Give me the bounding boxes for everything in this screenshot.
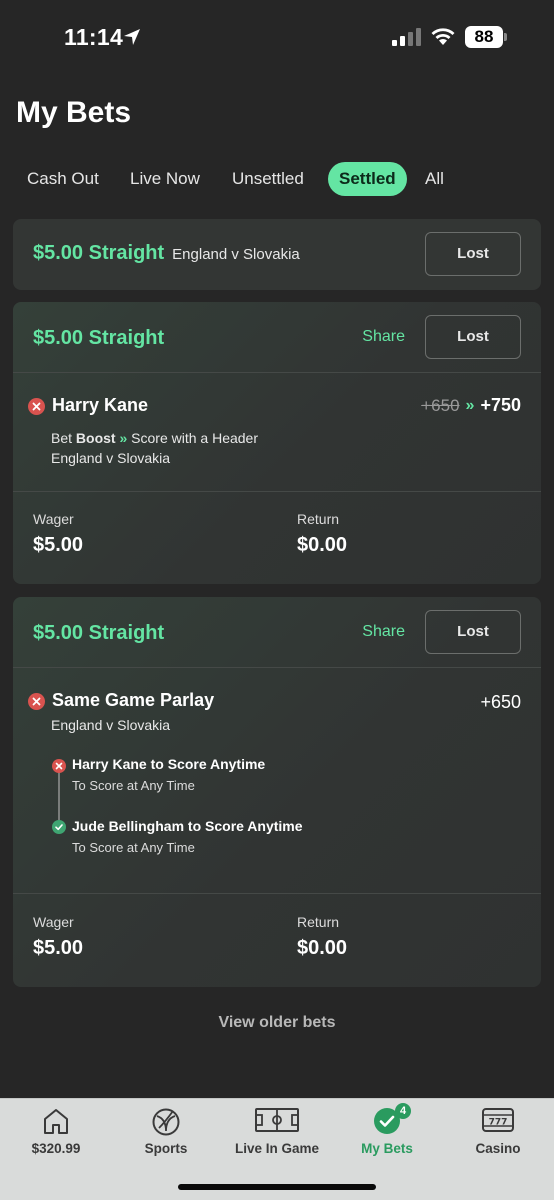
- parlay-leg-desc: To Score at Any Time: [72, 778, 195, 793]
- leg-connector-line: [58, 772, 60, 820]
- lost-status-button[interactable]: Lost: [425, 232, 521, 276]
- boost-line: Bet Boost » Score with a Header: [51, 430, 258, 446]
- nav-sports[interactable]: Sports: [111, 1099, 221, 1169]
- boosted-odds: +750: [480, 395, 521, 415]
- divider: [13, 667, 541, 668]
- battery-level: 88: [465, 26, 503, 48]
- tab-settled[interactable]: Settled: [328, 162, 407, 196]
- field-icon: [255, 1108, 299, 1132]
- tab-all[interactable]: All: [414, 162, 455, 196]
- share-button[interactable]: Share: [362, 328, 405, 346]
- boost-prefix: Bet: [51, 430, 73, 446]
- battery-indicator: 88: [465, 26, 507, 48]
- nav-label: Sports: [144, 1141, 188, 1156]
- parlay-odds: +650: [480, 692, 521, 712]
- soccer-ball-icon: [152, 1108, 180, 1136]
- nav-home[interactable]: $320.99: [1, 1099, 111, 1169]
- event-name: England v Slovakia: [51, 450, 171, 466]
- original-odds: +650: [421, 395, 460, 415]
- filter-tabs: Cash Out Live Now Unsettled Settled All: [16, 162, 546, 198]
- market-name: Score with a Header: [131, 430, 258, 446]
- wager-value: $5.00: [33, 937, 84, 959]
- bet-card-collapsed[interactable]: $5.00 Straight England v Slovakia Lost: [13, 219, 541, 290]
- bet-title: $5.00 Straight: [33, 327, 165, 349]
- bets-count-badge: 4: [395, 1103, 411, 1119]
- divider: [13, 893, 541, 894]
- view-older-bets-link[interactable]: View older bets: [0, 1014, 554, 1032]
- selection-name: Harry Kane: [52, 395, 149, 415]
- odds-display: +650 » +750: [421, 395, 521, 416]
- slot-machine-icon: 777: [482, 1108, 514, 1132]
- page-title: My Bets: [16, 96, 132, 129]
- lost-status-button[interactable]: Lost: [425, 610, 521, 654]
- tab-unsettled[interactable]: Unsettled: [221, 162, 315, 196]
- divider: [13, 491, 541, 492]
- wager-label: Wager: [33, 914, 74, 930]
- status-bar: 11:14 88: [0, 0, 554, 76]
- nav-my-bets[interactable]: 4 My Bets: [332, 1099, 442, 1169]
- nav-label: $320.99: [31, 1141, 81, 1156]
- nav-label: My Bets: [361, 1141, 413, 1156]
- nav-label: Live In Game: [234, 1141, 320, 1156]
- return-label: Return: [297, 914, 340, 930]
- battery-nub: [504, 33, 507, 41]
- boost-arrow-icon: »: [465, 396, 475, 414]
- return-value: $0.00: [297, 534, 348, 556]
- nav-casino[interactable]: 777 Casino: [443, 1099, 553, 1169]
- lost-x-icon: [52, 759, 66, 773]
- won-check-icon: [52, 820, 66, 834]
- bet-title-text: $5.00 Straight: [33, 242, 165, 264]
- tab-cash-out[interactable]: Cash Out: [16, 162, 110, 196]
- lost-x-icon: [28, 398, 45, 415]
- home-icon: [44, 1109, 68, 1134]
- odds-display: +650: [480, 692, 521, 713]
- wifi-icon: [431, 28, 455, 45]
- boost-chevron-icon: »: [119, 430, 128, 446]
- wager-label: Wager: [33, 511, 74, 527]
- return-label: Return: [297, 511, 340, 527]
- nav-live-in-game[interactable]: Live In Game: [222, 1099, 332, 1169]
- home-indicator: [178, 1184, 376, 1190]
- event-name: England v Slovakia: [51, 717, 171, 733]
- tab-live-now[interactable]: Live Now: [119, 162, 211, 196]
- divider: [13, 372, 541, 373]
- boost-word: Boost: [75, 430, 116, 446]
- bet-title: $5.00 Straight: [33, 622, 165, 644]
- bet-event: England v Slovakia: [172, 246, 300, 263]
- status-time: 11:14: [64, 24, 124, 50]
- nav-label: Casino: [475, 1141, 521, 1156]
- bet-title: $5.00 Straight England v Slovakia: [33, 242, 300, 265]
- parlay-leg-name: Harry Kane to Score Anytime: [72, 756, 266, 772]
- lost-x-icon: [28, 693, 45, 710]
- lost-status-button[interactable]: Lost: [425, 315, 521, 359]
- bet-card-parlay: $5.00 Straight Share Lost Same Game Parl…: [13, 597, 541, 987]
- cellular-signal-icon: [392, 28, 421, 46]
- svg-text:777: 777: [489, 1118, 508, 1128]
- share-button[interactable]: Share: [362, 623, 405, 641]
- return-value: $0.00: [297, 937, 348, 959]
- bet-card-boost: $5.00 Straight Share Lost Harry Kane +65…: [13, 302, 541, 584]
- selection-name: Same Game Parlay: [52, 690, 215, 710]
- parlay-leg-name: Jude Bellingham to Score Anytime: [72, 818, 303, 834]
- location-arrow-icon: [124, 29, 140, 45]
- parlay-leg-desc: To Score at Any Time: [72, 840, 195, 855]
- wager-value: $5.00: [33, 534, 84, 556]
